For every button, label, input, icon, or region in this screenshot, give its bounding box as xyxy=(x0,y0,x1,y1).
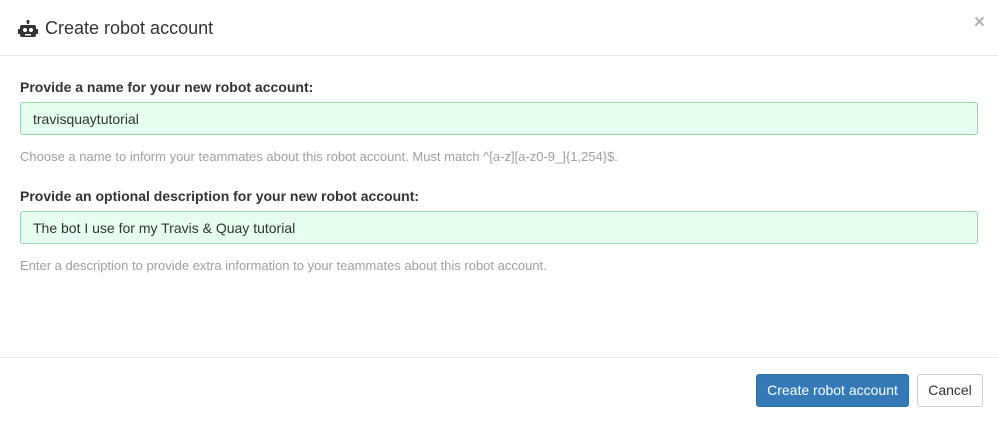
robot-name-input[interactable] xyxy=(20,102,978,135)
robot-description-input[interactable] xyxy=(20,211,978,244)
close-button[interactable]: × xyxy=(974,13,985,33)
name-field-label: Provide a name for your new robot accoun… xyxy=(20,79,314,95)
dialog-footer: Create robot account Cancel xyxy=(0,357,998,421)
create-robot-dialog: Create robot account × Provide a name fo… xyxy=(0,0,998,421)
description-help-text: Enter a description to provide extra inf… xyxy=(20,258,547,273)
robot-icon xyxy=(18,20,38,37)
dialog-header: Create robot account × xyxy=(0,0,998,56)
description-field-label: Provide an optional description for your… xyxy=(20,188,420,204)
name-help-text: Choose a name to inform your teammates a… xyxy=(20,149,618,164)
dialog-title: Create robot account xyxy=(45,18,214,38)
cancel-button[interactable]: Cancel xyxy=(917,374,983,407)
create-robot-button[interactable]: Create robot account xyxy=(756,374,909,407)
